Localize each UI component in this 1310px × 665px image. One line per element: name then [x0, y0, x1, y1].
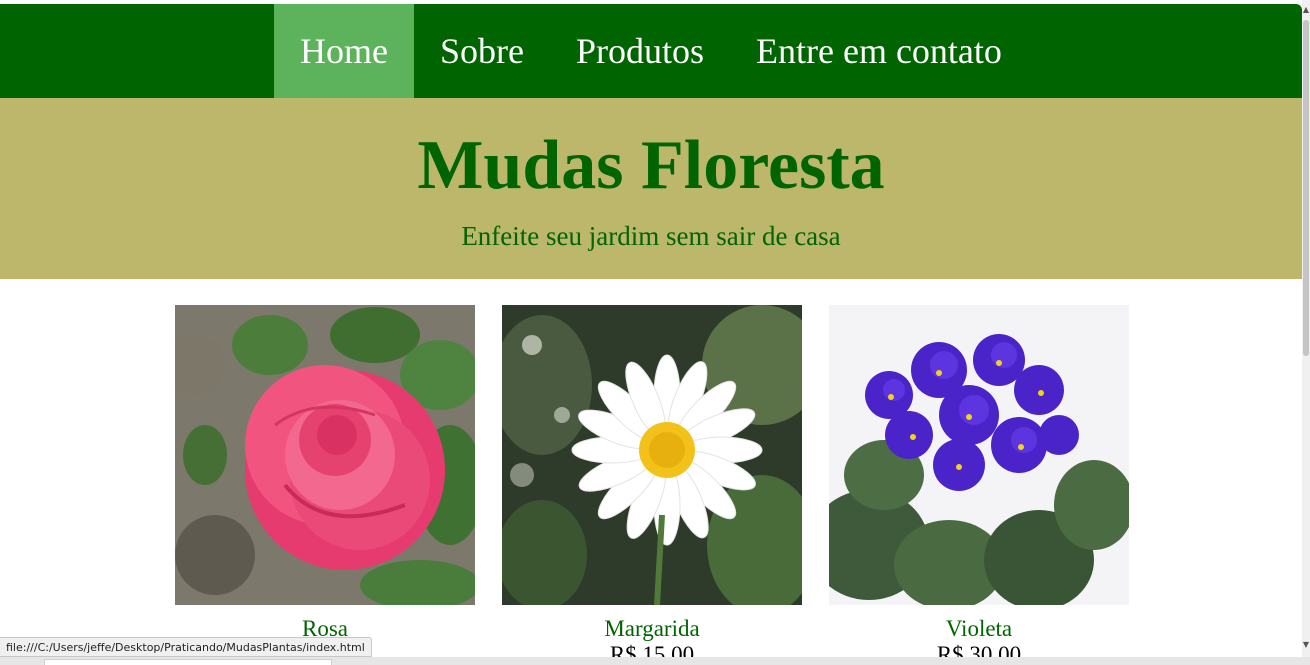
nav-menu: Home Sobre Produtos Entre em contato: [274, 4, 1028, 98]
scroll-down-arrow-icon[interactable]: ▼: [1302, 639, 1310, 651]
site-title: Mudas Floresta: [417, 127, 885, 204]
vertical-scrollbar[interactable]: ▲ ▼: [1302, 0, 1310, 665]
scroll-up-arrow-icon[interactable]: ▲: [1302, 4, 1310, 16]
main-navigation: Home Sobre Produtos Entre em contato: [0, 4, 1302, 98]
status-bar-url: file:///C:/Users/jeffe/Desktop/Praticand…: [0, 637, 372, 657]
nav-item-home[interactable]: Home: [274, 4, 414, 98]
product-card-margarida[interactable]: Margarida R$ 15,00: [502, 305, 802, 665]
rose-photo[interactable]: [175, 305, 475, 605]
daisy-photo[interactable]: [502, 305, 802, 605]
site-subtitle: Enfeite seu jardim sem sair de casa: [461, 221, 841, 251]
product-card-rosa[interactable]: Rosa R$ 20,00: [175, 305, 475, 665]
product-card-violeta[interactable]: Violeta R$ 30,00: [829, 305, 1129, 665]
browser-viewport: Home Sobre Produtos Entre em contato Mud…: [0, 0, 1310, 665]
product-name: Margarida: [604, 616, 700, 641]
hero-header: Mudas Floresta Enfeite seu jardim sem sa…: [0, 98, 1302, 279]
product-list: Rosa R$ 20,00: [175, 305, 1129, 665]
scrollbar-thumb[interactable]: [1303, 20, 1309, 356]
nav-item-produtos[interactable]: Produtos: [550, 4, 730, 98]
nav-item-contato[interactable]: Entre em contato: [730, 4, 1028, 98]
nav-item-sobre[interactable]: Sobre: [414, 4, 550, 98]
violet-photo[interactable]: [829, 305, 1129, 605]
product-name: Violeta: [945, 616, 1013, 641]
taskbar-tab[interactable]: [44, 659, 332, 665]
